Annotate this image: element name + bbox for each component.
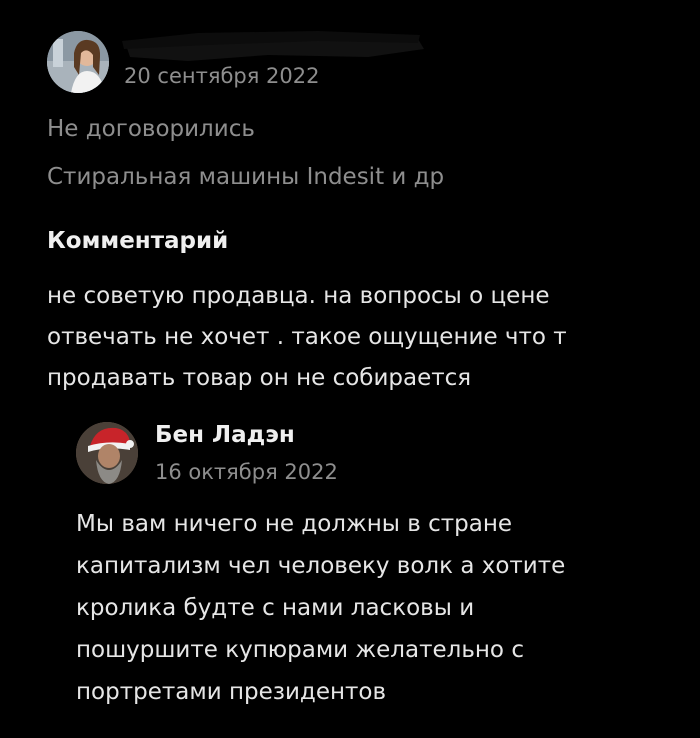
comment-line: продавать товар он не собирается (47, 365, 472, 391)
item-title[interactable]: Стиральная машины Indesit и др (47, 164, 444, 190)
comment-text: не советую продавца. на вопросы о цене о… (47, 276, 687, 399)
reviewer-avatar[interactable] (47, 31, 109, 93)
reply-line: капитализм чел человеку волк а хотите (76, 553, 566, 579)
redacted-reviewer-name (118, 27, 428, 67)
seller-avatar[interactable] (76, 422, 138, 484)
deal-status: Не договорились (47, 116, 255, 142)
seller-avatar-image (76, 422, 138, 484)
review-card: 20 сентября 2022 Не договорились Стираль… (0, 0, 700, 738)
reply-line: пошуршите купюрами желательно с (76, 637, 524, 663)
comment-line: отвечать не хочет . такое ощущение что т (47, 324, 567, 350)
reply-date: 16 октября 2022 (155, 460, 338, 484)
comment-line: не советую продавца. на вопросы о цене (47, 283, 550, 309)
comment-heading: Комментарий (47, 228, 229, 254)
reply-line: кролика будте с нами ласковы и (76, 595, 475, 621)
reply-line: Мы вам ничего не должны в стране (76, 511, 513, 537)
reviewer-avatar-image (47, 31, 109, 93)
seller-name[interactable]: Бен Ладэн (155, 422, 295, 448)
review-date: 20 сентября 2022 (124, 64, 320, 88)
reply-line: портретами президентов (76, 679, 387, 705)
reply-text: Мы вам ничего не должны в стране капитал… (76, 503, 691, 713)
